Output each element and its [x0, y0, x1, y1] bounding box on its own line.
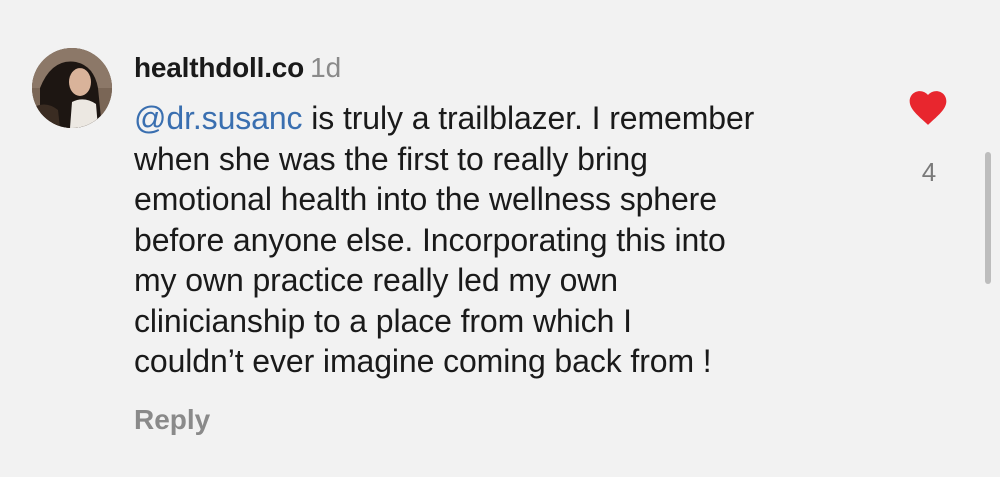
- comment-text: @dr.susanc is truly a trailblazer. I rem…: [134, 98, 874, 382]
- reply-button[interactable]: Reply: [134, 402, 210, 438]
- scrollbar[interactable]: [985, 152, 991, 284]
- heart-icon: [909, 91, 947, 125]
- comment-line: when she was the first to really bring: [134, 140, 648, 177]
- comment-line: clinicianship to a place from which I: [134, 302, 632, 339]
- comment: healthdoll.co 1d @dr.susanc is truly a tr…: [0, 0, 1000, 477]
- comment-line: emotional health into the wellness spher…: [134, 181, 717, 217]
- comment-line: before anyone else. Incorporating this i…: [134, 221, 726, 258]
- avatar-image: [32, 48, 112, 128]
- comment-line-text: is truly a trailblazer. I remember: [302, 100, 755, 136]
- comment-header: healthdoll.co 1d: [134, 50, 341, 86]
- like-count: 4: [921, 157, 937, 187]
- username[interactable]: healthdoll.co: [134, 52, 304, 83]
- comment-line: couldn’t ever imagine coming back from !: [134, 343, 712, 379]
- avatar[interactable]: [32, 48, 112, 128]
- comment-line: @dr.susanc is truly a trailblazer. I rem…: [134, 98, 874, 139]
- timestamp: 1d: [310, 52, 342, 83]
- like-button[interactable]: [906, 86, 950, 130]
- comment-line: my own practice really led my own: [134, 262, 618, 298]
- mention-link[interactable]: @dr.susanc: [134, 100, 303, 136]
